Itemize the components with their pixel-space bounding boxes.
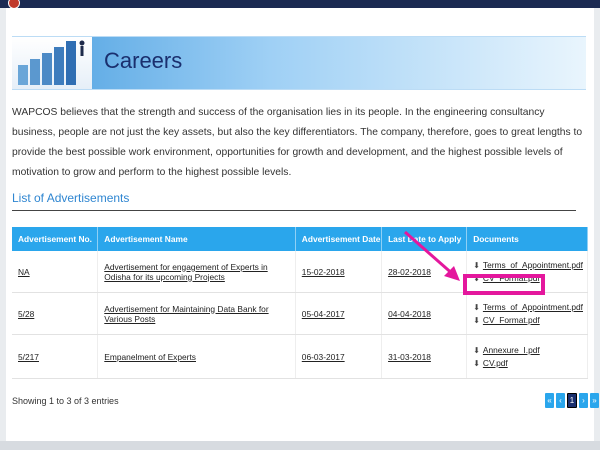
advertisement-date[interactable]: 06-03-2017	[302, 352, 345, 362]
column-header-advertisement-date[interactable]: Advertisement Date	[295, 227, 383, 251]
column-header-advertisement-name[interactable]: Advertisement Name	[97, 227, 296, 251]
stairs-illustration-icon	[12, 37, 92, 89]
column-header-last-date[interactable]: Last Date to Apply	[381, 227, 468, 251]
download-icon: ⬇	[473, 260, 480, 270]
download-icon: ⬇	[473, 302, 480, 312]
entries-summary: Showing 1 to 3 of 3 entries	[12, 396, 119, 406]
section-title: List of Advertisements	[12, 191, 130, 205]
last-date[interactable]: 04-04-2018	[388, 309, 431, 319]
column-header-advertisement-no[interactable]: Advertisement No.	[12, 227, 99, 251]
bottom-bar	[0, 441, 600, 450]
pagination: « ‹ 1 › »	[545, 393, 599, 408]
previous-page-button[interactable]: ‹	[556, 393, 565, 408]
column-header-documents[interactable]: Documents	[466, 227, 588, 251]
advertisement-no-link[interactable]: NA	[18, 267, 30, 277]
page-title: Careers	[104, 48, 183, 73]
advertisements-table: Advertisement No. Advertisement Name Adv…	[12, 227, 588, 379]
table-header-row: Advertisement No. Advertisement Name Adv…	[12, 227, 588, 251]
document-link[interactable]: ⬇ Terms_of_Appointment.pdf	[473, 301, 583, 314]
document-link[interactable]: ⬇ CV.pdf	[473, 357, 583, 370]
last-page-button[interactable]: »	[590, 393, 599, 408]
careers-banner: Careers	[12, 36, 586, 90]
table-row: 5/217 Empanelment of Experts 06-03-2017 …	[12, 334, 588, 379]
download-icon: ⬇	[473, 315, 480, 325]
advertisement-no-link[interactable]: 5/28	[18, 309, 34, 319]
document-link[interactable]: ⬇ Annexure_I.pdf	[473, 344, 583, 357]
first-page-button[interactable]: «	[545, 393, 554, 408]
advertisement-no-link[interactable]: 5/217	[18, 352, 39, 362]
last-date[interactable]: 28-02-2018	[388, 267, 431, 277]
last-date[interactable]: 31-03-2018	[388, 352, 431, 362]
intro-paragraph: WAPCOS believes that the strength and su…	[12, 107, 583, 178]
advertisement-name-link[interactable]: Empanelment of Experts	[104, 352, 196, 362]
page-1-button[interactable]: 1	[567, 393, 577, 408]
top-navigation-bar	[0, 0, 600, 9]
download-icon: ⬇	[473, 358, 480, 368]
annotation-highlight-box	[463, 274, 545, 295]
table-row: 5/28 Advertisement for Maintaining Data …	[12, 292, 588, 335]
download-icon: ⬇	[473, 345, 480, 355]
advertisement-date[interactable]: 15-02-2018	[302, 267, 345, 277]
document-link[interactable]: ⬇ Terms_of_Appointment.pdf	[473, 259, 583, 272]
advertisement-name-link[interactable]: Advertisement for Maintaining Data Bank …	[104, 304, 268, 324]
document-link[interactable]: ⬇ CV_Format.pdf	[473, 314, 583, 327]
section-divider	[12, 210, 576, 211]
advertisement-date[interactable]: 05-04-2017	[302, 309, 345, 319]
advertisement-name-link[interactable]: Advertisement for engagement of Experts …	[104, 262, 267, 282]
next-page-button[interactable]: ›	[579, 393, 588, 408]
